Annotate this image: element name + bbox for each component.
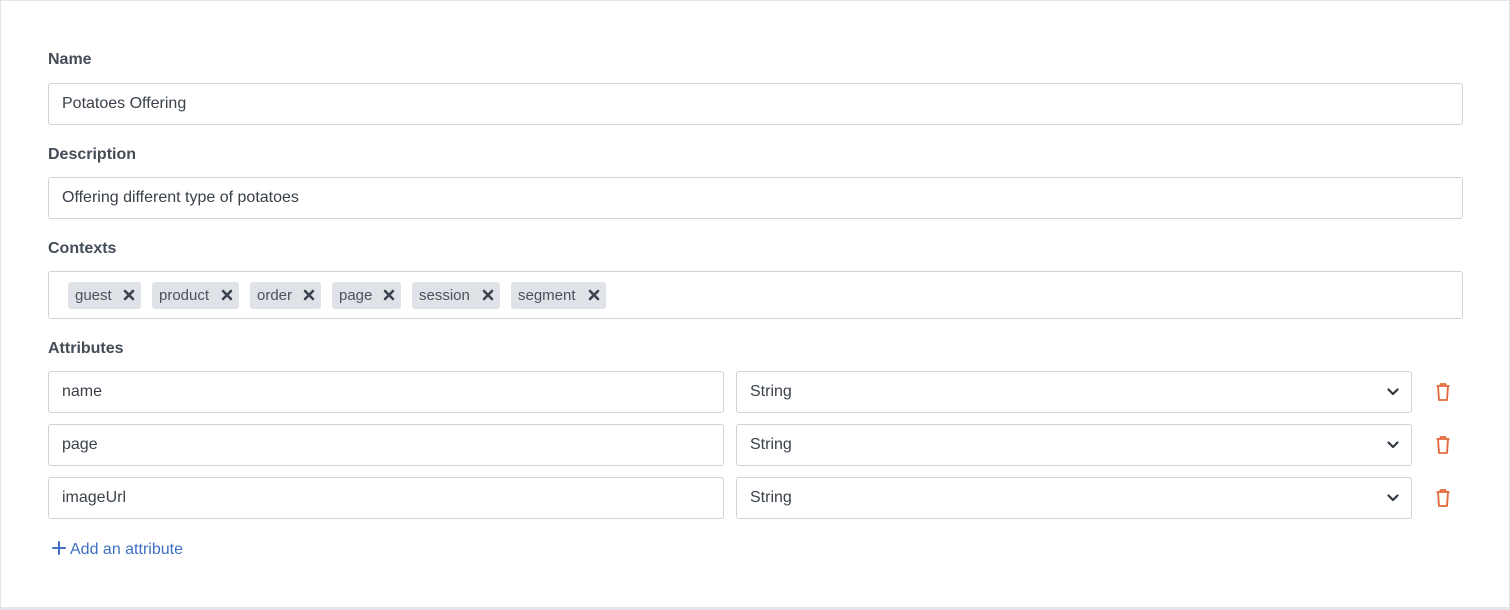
context-chip-segment: segment bbox=[511, 282, 606, 309]
context-chip-guest: guest bbox=[68, 282, 141, 309]
close-icon[interactable] bbox=[221, 289, 233, 301]
select-value: String bbox=[750, 383, 792, 400]
description-input[interactable] bbox=[48, 177, 1463, 219]
select-value: String bbox=[750, 489, 792, 506]
context-chip-order: order bbox=[250, 282, 321, 309]
contexts-label: Contexts bbox=[48, 240, 117, 257]
chip-label: segment bbox=[518, 287, 576, 304]
select-value: String bbox=[750, 436, 792, 453]
add-attribute-button[interactable]: Add an attribute bbox=[52, 539, 183, 561]
contexts-input[interactable]: guest product order page session segment bbox=[48, 271, 1463, 319]
close-icon[interactable] bbox=[482, 289, 494, 301]
context-chip-session: session bbox=[412, 282, 500, 309]
close-icon[interactable] bbox=[123, 289, 135, 301]
context-chip-page: page bbox=[332, 282, 401, 309]
attribute-name-input[interactable] bbox=[48, 371, 724, 413]
chip-label: product bbox=[159, 287, 210, 304]
chevron-down-icon bbox=[1387, 494, 1399, 502]
close-icon[interactable] bbox=[383, 289, 395, 301]
close-icon[interactable] bbox=[588, 289, 600, 301]
attribute-form-panel: Name Description Contexts guest product … bbox=[0, 0, 1510, 610]
description-label: Description bbox=[48, 146, 137, 163]
chip-label: guest bbox=[75, 287, 112, 304]
chip-label: session bbox=[419, 287, 470, 304]
chip-label: page bbox=[339, 287, 373, 304]
context-chip-product: product bbox=[152, 282, 239, 309]
trash-icon[interactable] bbox=[1435, 382, 1451, 402]
attributes-label: Attributes bbox=[48, 340, 124, 357]
name-label: Name bbox=[48, 51, 92, 68]
attribute-type-select[interactable]: String bbox=[736, 477, 1412, 519]
close-icon[interactable] bbox=[303, 289, 315, 301]
attribute-name-input[interactable] bbox=[48, 424, 724, 466]
attribute-type-select[interactable]: String bbox=[736, 371, 1412, 413]
attribute-name-input[interactable] bbox=[48, 477, 724, 519]
chevron-down-icon bbox=[1387, 441, 1399, 449]
chevron-down-icon bbox=[1387, 388, 1399, 396]
attribute-type-select[interactable]: String bbox=[736, 424, 1412, 466]
name-input[interactable] bbox=[48, 83, 1463, 125]
chip-label: order bbox=[257, 287, 293, 304]
trash-icon[interactable] bbox=[1435, 488, 1451, 508]
plus-icon bbox=[52, 541, 66, 555]
add-attribute-label: Add an attribute bbox=[70, 541, 183, 558]
trash-icon[interactable] bbox=[1435, 435, 1451, 455]
